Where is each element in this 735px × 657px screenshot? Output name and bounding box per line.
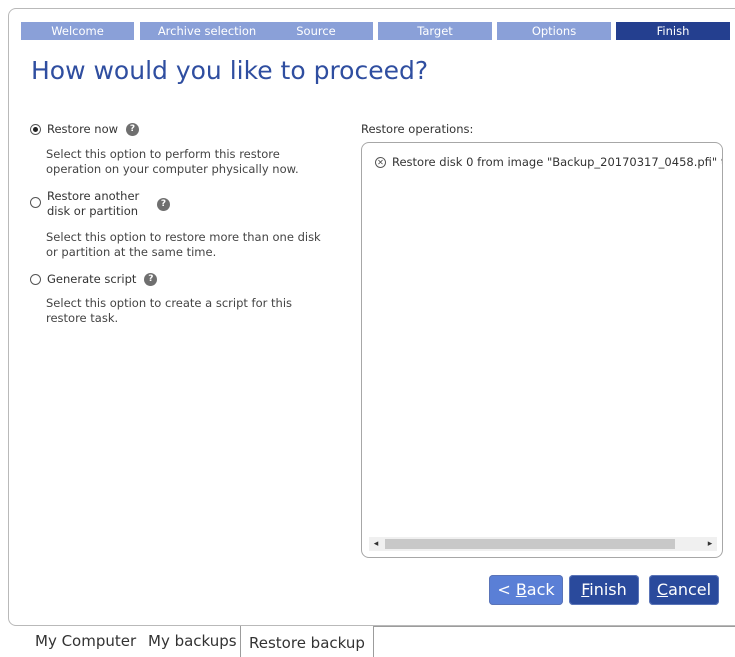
restore-operations-list[interactable]: ✕ Restore disk 0 from image "Backup_2017…: [361, 142, 723, 558]
restore-operations-label: Restore operations:: [361, 122, 474, 136]
question-circle-icon[interactable]: ?: [126, 123, 140, 136]
generate-script-description: Select this option to create a script fo…: [46, 296, 293, 325]
step-archive-selection: Archive selection: [140, 22, 274, 40]
restore-now-option[interactable]: Restore now ?: [30, 122, 140, 137]
tab-divider-line: [367, 626, 735, 627]
scroll-thumb[interactable]: [385, 539, 675, 549]
list-item[interactable]: ✕ Restore disk 0 from image "Backup_2017…: [375, 155, 722, 169]
restore-now-label[interactable]: Restore now: [47, 122, 118, 137]
tab-restore-backup[interactable]: Restore backup: [240, 626, 374, 657]
question-circle-icon[interactable]: ?: [157, 198, 170, 211]
generate-script-radio[interactable]: [30, 274, 41, 285]
tab-my-computer[interactable]: My Computer: [35, 632, 136, 650]
generate-script-label[interactable]: Generate script: [47, 272, 136, 287]
restore-another-option[interactable]: Restore another disk or partition ?: [30, 189, 170, 219]
restore-another-label[interactable]: Restore another disk or partition: [47, 189, 151, 219]
restore-another-radio[interactable]: [30, 197, 41, 208]
restore-now-radio[interactable]: [30, 124, 41, 135]
tab-my-backups[interactable]: My backups: [148, 632, 237, 650]
cancel-button[interactable]: Cancel: [649, 575, 719, 605]
page-title: How would you like to proceed?: [31, 56, 429, 85]
bottom-tab-bar: My Computer My backups Restore backup: [0, 626, 735, 657]
restore-another-description: Select this option to restore more than …: [46, 230, 321, 259]
question-circle-icon[interactable]: ?: [144, 273, 158, 286]
x-circle-icon: ✕: [375, 156, 386, 168]
generate-script-option[interactable]: Generate script ?: [30, 272, 158, 287]
horizontal-scrollbar[interactable]: ◂ ▸: [369, 537, 717, 551]
back-button[interactable]: < Back: [489, 575, 563, 605]
scroll-right-icon[interactable]: ▸: [703, 537, 717, 551]
step-source: Source: [259, 22, 373, 40]
step-finish: Finish: [616, 22, 730, 40]
operation-text: Restore disk 0 from image "Backup_201703…: [392, 155, 722, 169]
restore-now-description: Select this option to perform this resto…: [46, 147, 299, 176]
step-target: Target: [378, 22, 492, 40]
step-options: Options: [497, 22, 611, 40]
finish-button[interactable]: Finish: [569, 575, 639, 605]
step-welcome: Welcome: [21, 22, 134, 40]
scroll-left-icon[interactable]: ◂: [369, 537, 383, 551]
